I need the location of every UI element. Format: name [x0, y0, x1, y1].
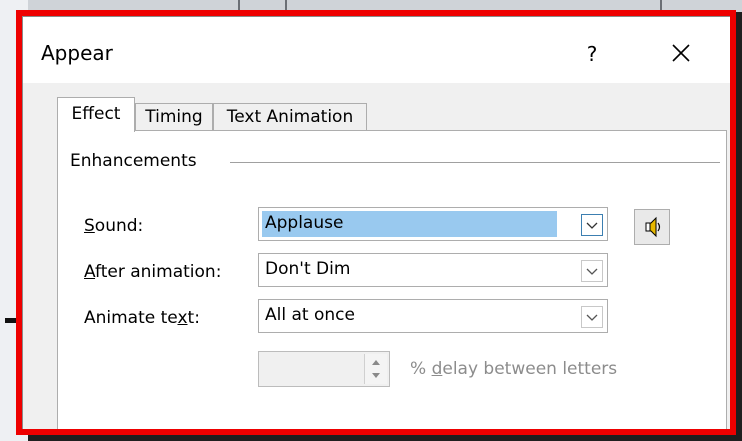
speaker-icon [645, 216, 661, 238]
tab-timing[interactable]: Timing [135, 103, 213, 131]
tab-text-animation[interactable]: Text Animation [213, 103, 367, 131]
animate-text-value: All at once [265, 305, 355, 325]
sound-value: Applause [265, 213, 344, 233]
animate-text-label: Animate text: [84, 308, 200, 328]
effect-tab-panel: Enhancements Sound: Applause After anima… [57, 130, 727, 429]
after-animation-value: Don't Dim [265, 259, 351, 279]
spin-up-icon [372, 360, 380, 365]
chevron-down-icon [586, 222, 598, 229]
after-animation-dropdown-button[interactable] [581, 260, 603, 282]
after-animation-label: After animation: [84, 262, 222, 282]
delay-spinner[interactable] [258, 351, 390, 387]
animate-text-dropdown[interactable]: All at once [258, 299, 608, 333]
enhancements-group-label: Enhancements [70, 151, 203, 171]
sound-label: Sound: [84, 216, 144, 236]
spinner-buttons[interactable] [364, 354, 387, 384]
group-divider [230, 162, 720, 163]
appear-effect-dialog: Appear ? Effect Timing Text Animation En… [22, 16, 730, 429]
background-window-strip [0, 0, 742, 12]
animate-text-dropdown-button[interactable] [581, 306, 603, 328]
chevron-down-icon [586, 268, 598, 275]
play-sound-button[interactable] [634, 209, 670, 245]
close-button[interactable] [661, 35, 701, 71]
tab-effect[interactable]: Effect [57, 97, 135, 132]
background-divider [285, 0, 287, 12]
sound-dropdown[interactable]: Applause [258, 207, 608, 241]
background-divider [238, 0, 240, 12]
chevron-down-icon [586, 314, 598, 321]
dialog-title: Appear [41, 41, 113, 65]
after-animation-dropdown[interactable]: Don't Dim [258, 253, 608, 287]
background-mark [5, 318, 21, 323]
help-button[interactable]: ? [575, 39, 609, 69]
dialog-titlebar: Appear ? [23, 17, 730, 83]
sound-dropdown-button[interactable] [581, 214, 603, 236]
delay-label: % delay between letters [410, 359, 618, 379]
spin-down-icon [372, 373, 380, 378]
close-icon [672, 44, 690, 62]
background-divider [660, 0, 662, 12]
